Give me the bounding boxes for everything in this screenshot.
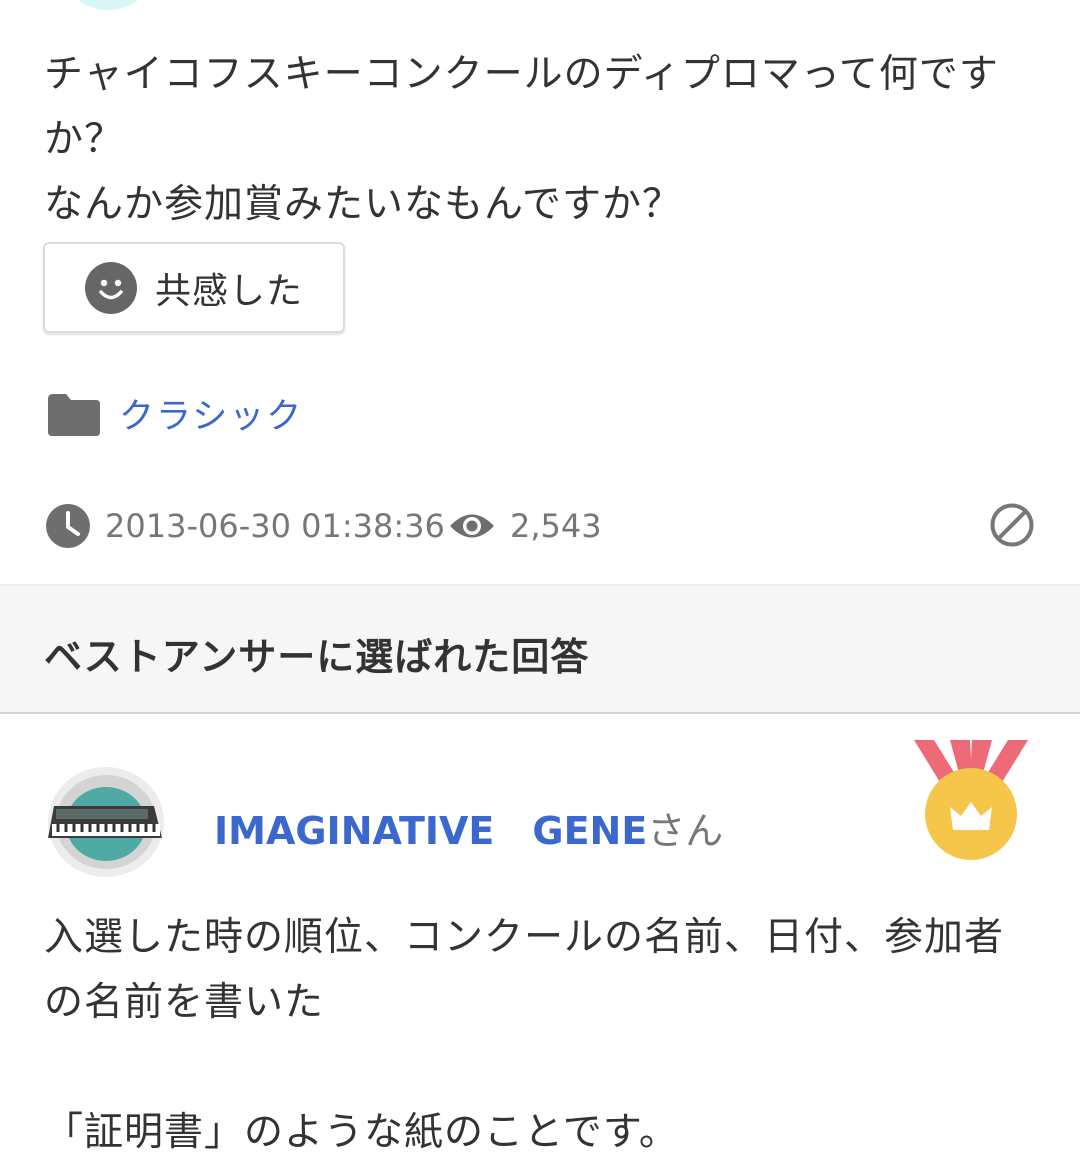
answerer-info: IMAGINATIVE GENEさん — [46, 766, 1036, 886]
empathy-button-label: 共感した — [154, 270, 303, 312]
question-body: チャイコフスキーコンクールのディプロマって何ですか？ なんか参加賞みたいなもんで… — [44, 42, 1034, 237]
view-count: 2,543 — [448, 500, 602, 552]
user-name[interactable]: IMAGINATIVE GENEさん — [214, 800, 723, 855]
answer-text-line: 「証明書」のような紙のことです。 — [44, 1110, 679, 1155]
folder-icon — [48, 393, 100, 436]
answer-body: 入選した時の順位、コンクールの名前、日付、参加者の名前を書いた 「証明書」のよう… — [44, 905, 1034, 1165]
empathy-button[interactable]: 共感した — [43, 242, 345, 333]
category: クラシック — [46, 388, 303, 439]
question-meta: 2013-06-30 01:38:36 2,543 — [45, 500, 1035, 552]
timestamp: 2013-06-30 01:38:36 — [45, 500, 445, 552]
eye-icon — [450, 514, 494, 538]
clock-icon — [46, 504, 90, 548]
view-count-text: 2,543 — [510, 507, 602, 545]
question-text-line: なんか参加賞みたいなもんですか？ — [44, 182, 683, 227]
user-name-text[interactable]: IMAGINATIVE GENE — [214, 809, 647, 853]
user-avatar[interactable] — [46, 766, 166, 878]
questioner-avatar[interactable] — [58, 0, 158, 10]
user-honorific: さん — [647, 809, 724, 853]
section-title: ベストアンサーに選ばれた回答 — [44, 635, 590, 679]
question-text-line: チャイコフスキーコンクールのディプロマって何ですか？ — [44, 52, 999, 162]
smile-icon — [84, 261, 137, 314]
report-icon[interactable] — [989, 502, 1035, 548]
timestamp-text: 2013-06-30 01:38:36 — [105, 507, 445, 545]
answer-text-line: 入選した時の順位、コンクールの名前、日付、参加者の名前を書いた — [44, 915, 1005, 1025]
best-answer-medal-icon — [914, 740, 1028, 860]
best-answer-header: ベストアンサーに選ばれた回答 — [0, 584, 1080, 714]
category-link[interactable]: クラシック — [119, 388, 303, 439]
answer-spacer — [44, 1035, 1034, 1100]
